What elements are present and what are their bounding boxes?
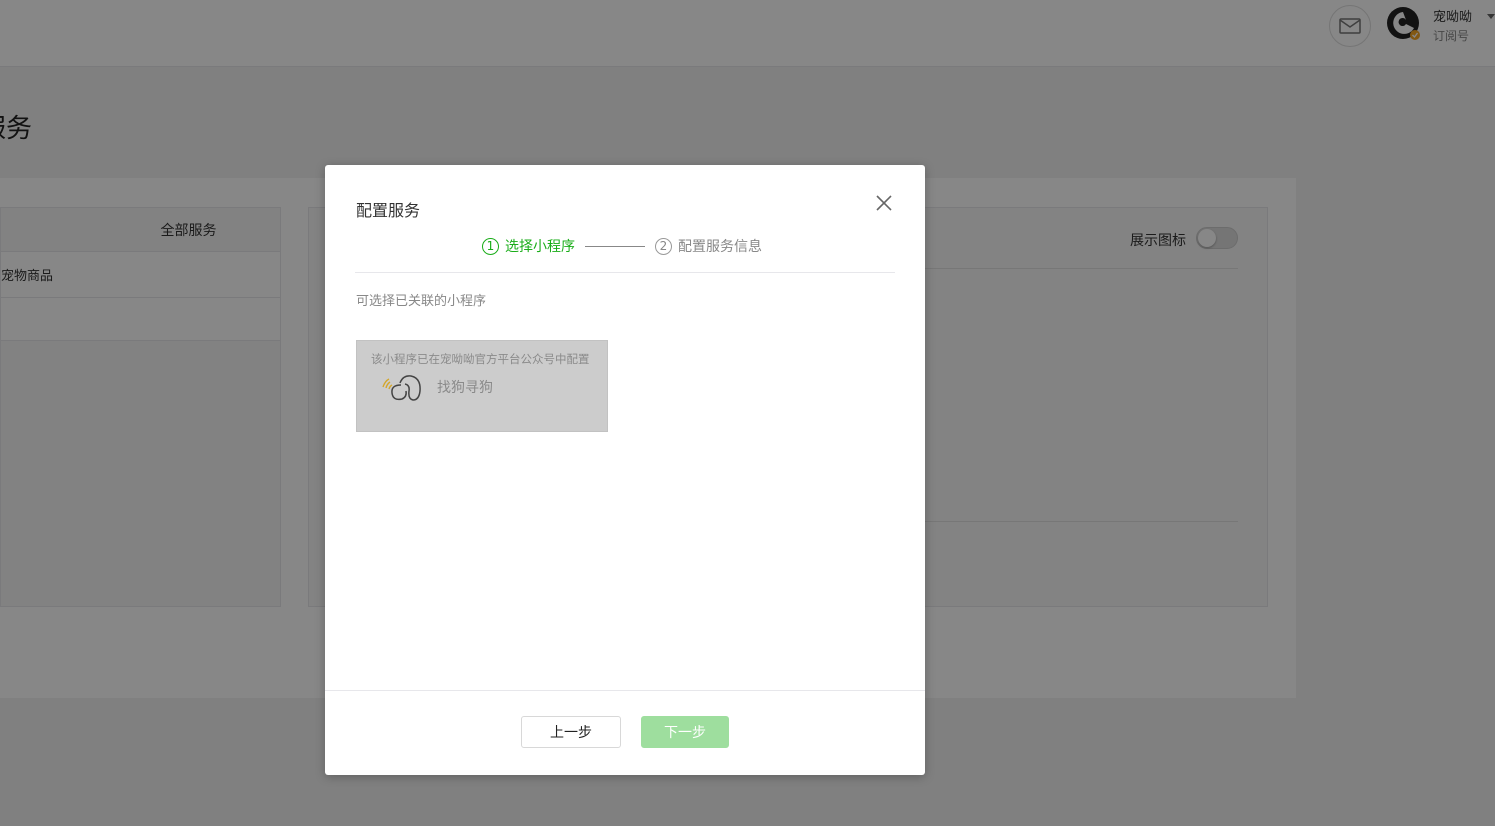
step-label: 选择小程序 xyxy=(505,239,575,255)
mini-program-card[interactable]: 该小程序已在宠呦呦官方平台公众号中配置 找狗寻狗 xyxy=(356,340,608,432)
close-icon[interactable] xyxy=(874,193,894,213)
next-step-button[interactable]: 下一步 xyxy=(641,716,729,748)
configured-note: 该小程序已在宠呦呦官方平台公众号中配置 xyxy=(371,352,590,366)
dog-logo-icon xyxy=(382,375,421,401)
step-indicator: 1 选择小程序 2 配置服务信息 xyxy=(482,235,762,257)
step-number: 2 xyxy=(655,237,672,255)
config-service-dialog: 配置服务 1 选择小程序 2 配置服务信息 可选择已关联的小程序 该小程序已在宠… xyxy=(325,165,925,775)
mini-program-name: 找狗寻狗 xyxy=(437,380,493,396)
divider xyxy=(355,272,895,273)
step-label: 配置服务信息 xyxy=(678,239,762,255)
select-hint: 可选择已关联的小程序 xyxy=(356,294,487,309)
step-number: 1 xyxy=(482,237,499,255)
step-1: 1 选择小程序 xyxy=(482,236,575,256)
step-2: 2 配置服务信息 xyxy=(655,236,762,256)
dialog-title: 配置服务 xyxy=(356,201,421,220)
footer-divider xyxy=(325,690,925,691)
step-connector xyxy=(585,245,645,247)
previous-step-button[interactable]: 上一步 xyxy=(521,716,621,748)
